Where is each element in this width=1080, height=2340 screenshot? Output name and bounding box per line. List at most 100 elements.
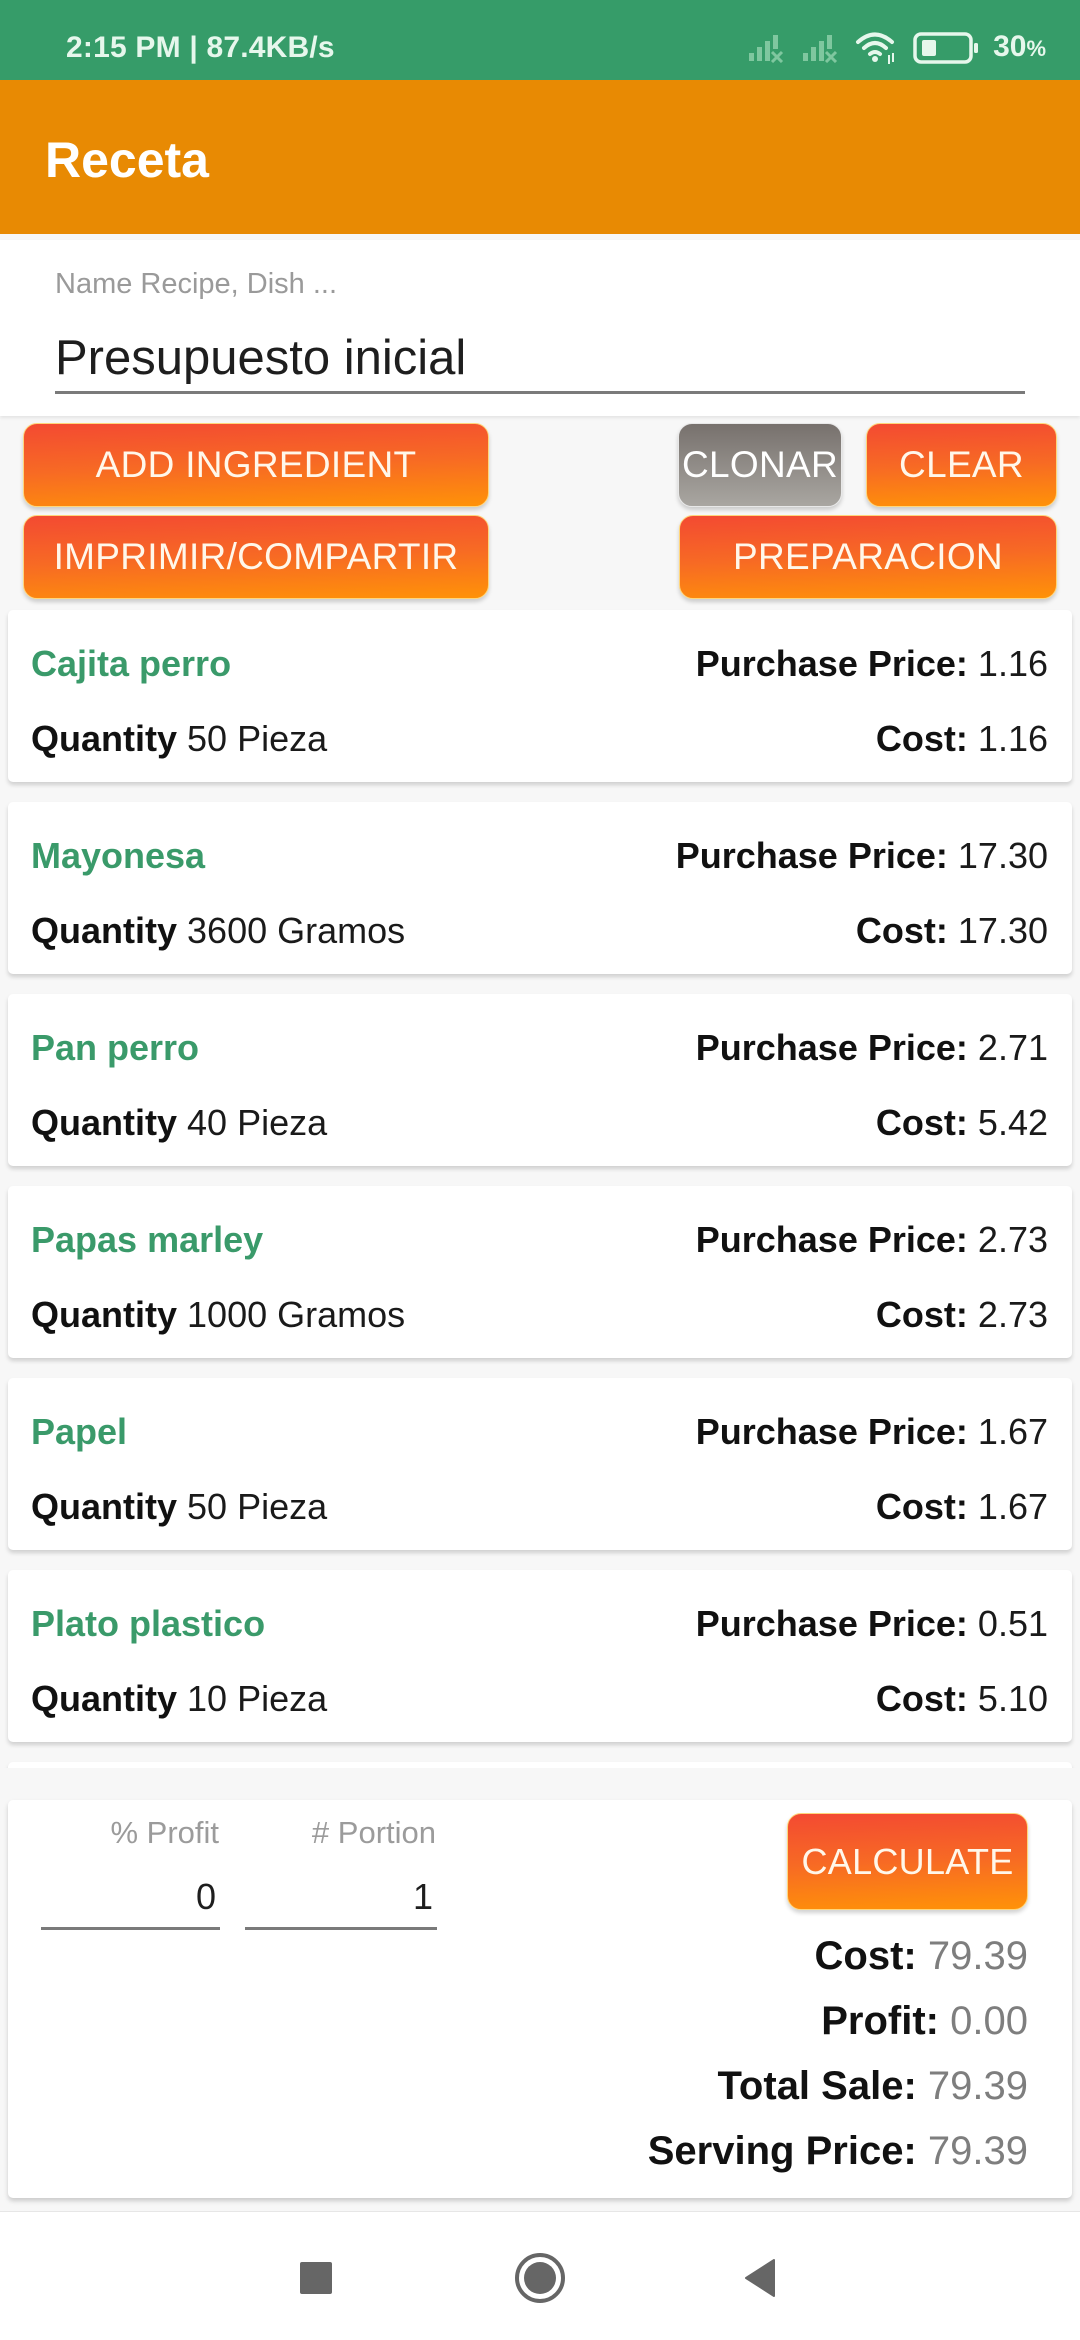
ingredient-card[interactable]: Pan perro Purchase Price: 2.71 Quantity 40… [8,994,1072,1166]
profit-percent-label: % Profit [110,1815,219,1850]
purchase-price-label: Purchase Price: [695,643,968,684]
square-icon [300,2262,332,2294]
quantity-label: Quantity [31,1294,178,1335]
clock: 2:15 PM [66,31,181,64]
recipe-name-input[interactable] [55,324,1025,394]
summary-cost-value: 79.39 [927,1934,1028,1978]
status-separator: | [189,31,198,64]
summary-serving-price: Serving Price: 79.39 [648,2127,1028,2175]
summary-profit-label: Profit: [821,1999,940,2043]
cost-label: Cost: [855,910,948,951]
ingredient-card-partial[interactable] [8,1762,1072,1768]
summary-serving-price-value: 79.39 [927,2129,1028,2173]
cost-value: 5.10 [977,1678,1048,1719]
quantity-value: 40 Pieza [187,1102,328,1143]
ingredient-card[interactable]: Papel Purchase Price: 1.67 Quantity 50 Pie… [8,1378,1072,1550]
portion-count-label: # Portion [311,1815,436,1850]
quantity-value: 3600 Gramos [187,910,406,951]
cost-label: Cost: [875,1102,968,1143]
calculator-panel: % Profit # Portion CALCULATE Cost: 79.39… [8,1800,1072,2198]
ingredient-purchase-price: Purchase Price: 1.67 [696,1412,1048,1452]
ingredient-list[interactable]: Cajita perro Purchase Price: 1.16 Quantity… [0,608,1080,1768]
print-share-button[interactable]: IMPRIMIR/COMPARTIR [23,515,489,599]
ingredient-cost: Cost: 1.16 [876,719,1048,759]
calculate-button[interactable]: CALCULATE [787,1813,1028,1910]
recipe-screen: 2:15 PM | 87.4KB/s 30% Receta Name Recip… [0,0,1080,2340]
ingredient-purchase-price: Purchase Price: 2.71 [696,1028,1048,1068]
purchase-price-label: Purchase Price: [695,1027,968,1068]
ingredient-purchase-price: Purchase Price: 17.30 [676,836,1048,876]
ingredient-quantity: Quantity 40 Pieza [31,1103,327,1143]
cost-label: Cost: [875,1294,968,1335]
ingredient-cost: Cost: 5.10 [876,1679,1048,1719]
summary-profit: Profit: 0.00 [821,1997,1028,2045]
back-triangle-icon [745,2259,775,2297]
preparation-button[interactable]: PREPARACION [679,515,1057,599]
quantity-value: 1000 Gramos [187,1294,406,1335]
purchase-price-value: 0.51 [977,1603,1048,1644]
cost-value: 17.30 [957,910,1048,951]
ingredient-cost: Cost: 17.30 [856,911,1048,951]
quantity-label: Quantity [31,718,178,759]
cost-value: 1.67 [977,1486,1048,1527]
purchase-price-value: 17.30 [957,835,1048,876]
home-circle-icon [515,2253,565,2303]
ingredient-purchase-price: Purchase Price: 2.73 [696,1220,1048,1260]
quantity-label: Quantity [31,1486,178,1527]
ingredient-purchase-price: Purchase Price: 0.51 [696,1604,1048,1644]
network-speed: 87.4KB/s [206,31,335,64]
recipe-name-label: Name Recipe, Dish ... [55,268,338,300]
quantity-value: 10 Pieza [187,1678,328,1719]
ingredient-quantity: Quantity 50 Pieza [31,719,327,759]
purchase-price-value: 2.73 [977,1219,1048,1260]
clear-button[interactable]: CLEAR [866,423,1057,507]
purchase-price-value: 2.71 [977,1027,1048,1068]
page-title: Receta [45,132,209,188]
clone-button[interactable]: CLONAR [678,423,842,507]
purchase-price-label: Purchase Price: [695,1219,968,1260]
cost-label: Cost: [875,1486,968,1527]
cost-value: 5.42 [977,1102,1048,1143]
ingredient-quantity: Quantity 50 Pieza [31,1487,327,1527]
purchase-price-value: 1.16 [977,643,1048,684]
summary-total-sale: Total Sale: 79.39 [717,2062,1028,2110]
ingredient-card[interactable]: Papas marley Purchase Price: 2.73 Quantity… [8,1186,1072,1358]
back-button[interactable] [730,2252,790,2304]
home-button[interactable] [510,2252,570,2304]
status-icons: 30% [747,30,1046,66]
summary-total-sale-label: Total Sale: [717,2064,917,2108]
ingredient-card[interactable]: Plato plastico Purchase Price: 0.51 Quanti… [8,1570,1072,1742]
ingredient-name: Mayonesa [31,835,206,876]
ingredient-cost: Cost: 2.73 [876,1295,1048,1335]
summary-total-sale-value: 79.39 [927,2064,1028,2108]
battery-icon [913,32,979,64]
ingredient-card[interactable]: Mayonesa Purchase Price: 17.30 Quantity 36… [8,802,1072,974]
signal-off-icon [801,33,841,63]
purchase-price-label: Purchase Price: [675,835,948,876]
status-time: 2:15 PM | 87.4KB/s [66,32,335,64]
wifi-icon [855,31,899,65]
portion-count-input[interactable] [245,1866,437,1930]
app-toolbar: Receta [0,80,1080,234]
ingredient-card[interactable]: Cajita perro Purchase Price: 1.16 Quantity… [8,610,1072,782]
ingredient-cost: Cost: 1.67 [876,1487,1048,1527]
summary-cost: Cost: 79.39 [815,1932,1028,1980]
recents-button[interactable] [286,2252,346,2304]
profit-percent-input[interactable] [41,1866,220,1930]
ingredient-quantity: Quantity 1000 Gramos [31,1295,405,1335]
battery-percent-suffix: % [1026,36,1046,61]
purchase-price-value: 1.67 [977,1411,1048,1452]
status-bar: 2:15 PM | 87.4KB/s 30% [0,0,1080,80]
cost-value: 1.16 [977,718,1048,759]
ingredient-name: Papas marley [31,1219,264,1260]
ingredient-name: Cajita perro [31,643,232,684]
ingredient-purchase-price: Purchase Price: 1.16 [696,644,1048,684]
summary-profit-value: 0.00 [950,1999,1028,2043]
ingredient-cost: Cost: 5.42 [876,1103,1048,1143]
quantity-value: 50 Pieza [187,718,328,759]
ingredient-quantity: Quantity 10 Pieza [31,1679,327,1719]
quantity-label: Quantity [31,1102,178,1143]
add-ingredient-button[interactable]: ADD INGREDIENT [23,423,489,507]
battery-percent-value: 30 [993,30,1027,63]
ingredient-name: Plato plastico [31,1603,266,1644]
